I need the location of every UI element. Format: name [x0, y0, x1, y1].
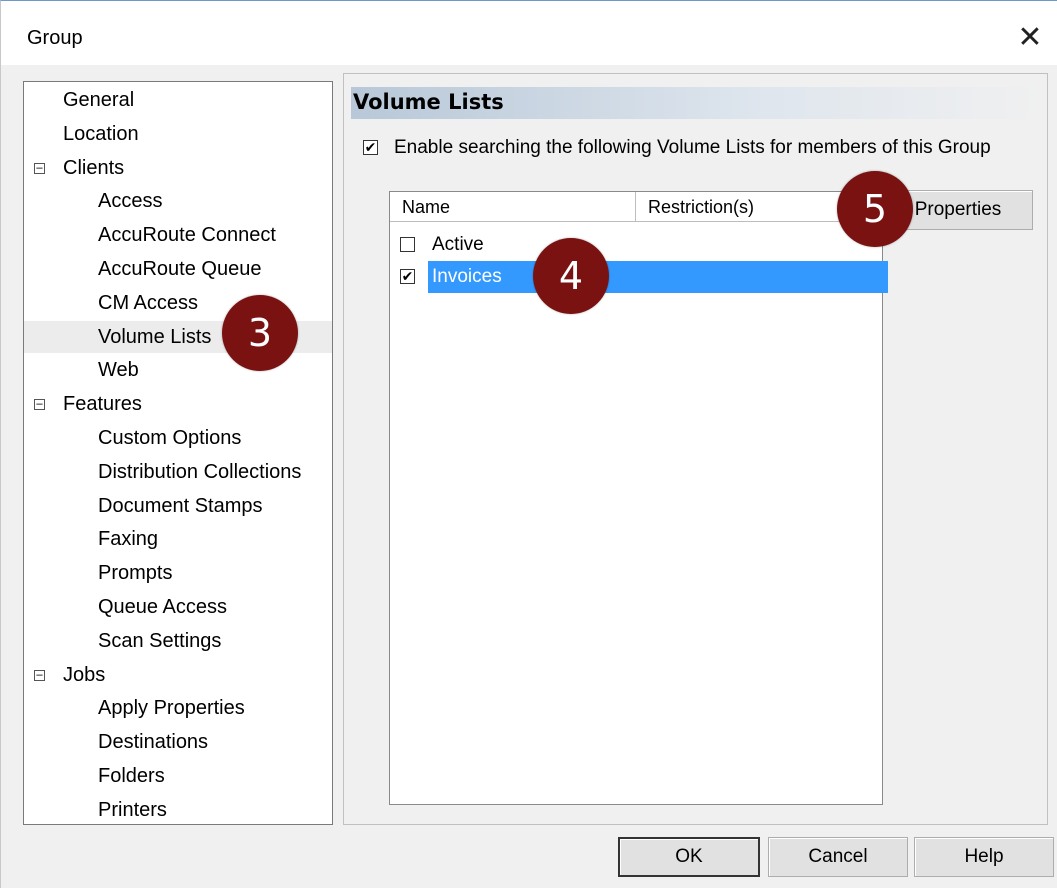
- tree-item-label: Queue Access: [98, 596, 227, 618]
- tree-item-label: Web: [98, 359, 139, 382]
- tree-item-label: Clients: [63, 156, 125, 179]
- row-checkbox[interactable]: ✔: [400, 269, 415, 284]
- callout-badge-4: 4: [533, 238, 609, 314]
- collapse-icon[interactable]: −: [34, 398, 45, 411]
- tree-item-label: Apply Properties: [98, 697, 245, 720]
- tree-item-label: Location: [63, 122, 139, 145]
- tree-item-label: Scan Settings: [98, 629, 222, 652]
- row-checkbox[interactable]: [400, 237, 415, 252]
- tree-item[interactable]: Custom Options: [24, 422, 332, 454]
- tree-item[interactable]: AccuRoute Queue: [24, 253, 332, 285]
- tree-item-label: Document Stamps: [98, 494, 263, 517]
- tree-item[interactable]: Document Stamps: [24, 490, 332, 522]
- tree-item-label: Faxing: [98, 528, 159, 551]
- collapse-icon[interactable]: −: [34, 669, 45, 681]
- tree-item-label: Custom Options: [98, 427, 242, 449]
- tree-item-label: General: [63, 89, 135, 111]
- section-title: Volume Lists: [353, 90, 504, 114]
- tree-item[interactable]: Queue Access: [24, 591, 332, 623]
- callout-badge-3: 3: [222, 295, 298, 371]
- tree-item[interactable]: Scan Settings: [24, 625, 332, 657]
- row-label: Active: [432, 234, 484, 255]
- tree-item-label: Printers: [98, 798, 167, 821]
- cancel-button[interactable]: Cancel: [768, 837, 908, 877]
- tree-item-label: CM Access: [98, 291, 199, 314]
- tree-item[interactable]: General: [24, 84, 332, 116]
- help-button[interactable]: Help: [914, 837, 1054, 877]
- title-bar: Group ✕: [1, 1, 1057, 65]
- group-dialog: Group ✕ General Location − Clients Access Acc…: [0, 0, 1057, 888]
- enable-searching-checkbox[interactable]: ✔: [363, 140, 378, 155]
- section-header: Volume Lists: [351, 87, 1045, 119]
- tree-item-label: AccuRoute Queue: [98, 258, 262, 280]
- list-item[interactable]: ✔ Invoices: [400, 261, 888, 293]
- tree-item-label: Access: [98, 190, 163, 213]
- tree-item[interactable]: Faxing: [24, 523, 332, 555]
- close-icon[interactable]: ✕: [1010, 17, 1050, 57]
- tree-item-label: Folders: [98, 765, 165, 787]
- tree-item[interactable]: Access: [24, 185, 332, 217]
- category-tree[interactable]: General Location − Clients Access AccuRoute C…: [23, 81, 333, 825]
- tree-item[interactable]: Printers: [24, 794, 332, 824]
- tree-item[interactable]: − Jobs: [24, 659, 332, 691]
- window-title: Group: [27, 27, 83, 49]
- collapse-icon[interactable]: −: [34, 162, 45, 174]
- tree-item[interactable]: Location: [24, 118, 332, 150]
- tree-item-label: Jobs: [63, 663, 106, 686]
- column-header-name[interactable]: Name: [390, 192, 636, 222]
- ok-button[interactable]: OK: [618, 837, 760, 877]
- tree-item[interactable]: Folders: [24, 760, 332, 792]
- tree-item-label: Features: [63, 393, 142, 416]
- tree-item-label: Destinations: [98, 731, 209, 754]
- tree-item[interactable]: Destinations: [24, 726, 332, 758]
- row-label: Invoices: [428, 261, 888, 293]
- tree-item-label: Distribution Collections: [98, 460, 302, 483]
- tree-item[interactable]: − Features: [24, 388, 332, 420]
- volume-lists-listview[interactable]: Name Restriction(s) Active ✔ Invoices: [389, 191, 888, 805]
- tree-item-label: AccuRoute Connect: [98, 224, 276, 247]
- tree-item[interactable]: Apply Properties: [24, 692, 332, 724]
- enable-searching-label: Enable searching the following Volume Li…: [394, 137, 991, 158]
- tree-item-label: Prompts: [98, 562, 173, 585]
- tree-item[interactable]: AccuRoute Connect: [24, 219, 332, 251]
- tree-item[interactable]: Prompts: [24, 557, 332, 589]
- callout-badge-5: 5: [837, 171, 913, 247]
- tree-item[interactable]: − Clients: [24, 152, 332, 184]
- tree-item[interactable]: Distribution Collections: [24, 456, 332, 488]
- tree-item-label: Volume Lists: [98, 325, 212, 348]
